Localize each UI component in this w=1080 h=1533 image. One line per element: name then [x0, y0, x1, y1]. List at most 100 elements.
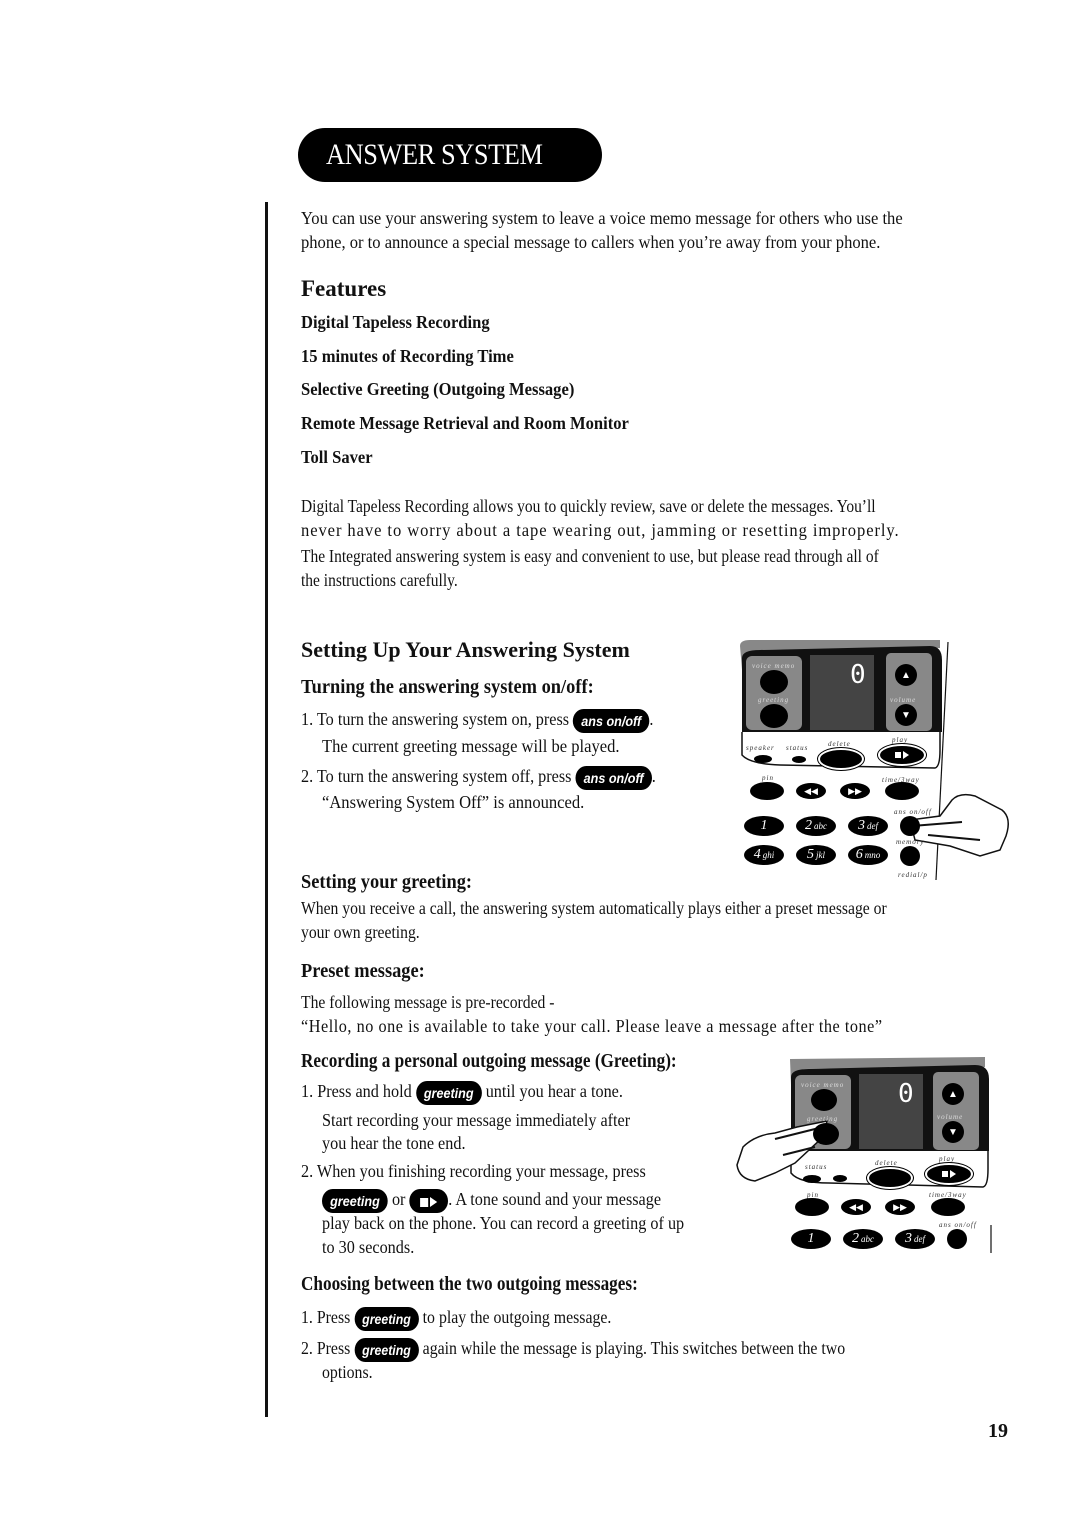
onoff-step-2: 2. To turn the answering system off, pre… — [301, 764, 695, 790]
feature-item: 15 minutes of Recording Time — [301, 346, 514, 366]
greeting-button-inline: greeting — [322, 1188, 388, 1213]
preset-line-1: The following message is pre-recorded - — [301, 992, 555, 1012]
speaker-label: speaker — [746, 744, 775, 752]
ans-onoff-phone-button[interactable] — [900, 816, 920, 836]
display-digit: 0 — [850, 660, 866, 690]
choosing-heading: Choosing between the two outgoing messag… — [301, 1273, 638, 1295]
phone-illustration-ans-onoff: voice memo greeting 0 ▲ volume ▼ speaker… — [740, 640, 1020, 885]
time-3way-button[interactable] — [931, 1198, 965, 1216]
pin-label: pin — [762, 774, 774, 782]
feature-item: Toll Saver — [301, 447, 373, 467]
greeting-button[interactable] — [760, 704, 788, 728]
status-led — [833, 1175, 847, 1182]
voice-memo-label: voice memo — [752, 662, 796, 670]
greeting-heading: Setting your greeting: — [301, 871, 473, 893]
page-title: ANSWER SYSTEM — [298, 128, 602, 182]
delete-button[interactable] — [866, 1166, 914, 1190]
recording-step-2: 2. When you finishing recording your mes… — [301, 1161, 646, 1181]
delete-button[interactable] — [817, 747, 865, 771]
keypad-key-2[interactable]: 2 abc — [843, 1229, 883, 1249]
status-label: status — [805, 1163, 828, 1171]
page-number: 19 — [988, 1420, 1008, 1442]
volume-down-button[interactable]: ▼ — [895, 704, 917, 726]
ans-onoff-button: ans on/off — [573, 708, 650, 733]
feature-item: Digital Tapeless Recording — [301, 312, 490, 332]
ans-onoff-button: ans on/off — [575, 765, 652, 790]
recording-step-1-note: you hear the tone end. — [322, 1133, 466, 1153]
greeting-button-inline: greeting — [415, 1080, 482, 1105]
greeting-button-inline: greeting — [354, 1337, 419, 1362]
keypad-key-4[interactable]: 4 ghi — [744, 845, 784, 865]
status-led — [792, 756, 806, 763]
recording-step-2-note: play back on the phone. You can record a… — [322, 1213, 685, 1233]
play-button[interactable] — [924, 1162, 974, 1186]
fast-forward-button[interactable]: ▶▶ — [840, 783, 870, 799]
recording-step-1: 1. Press and hold greeting until you hea… — [301, 1079, 659, 1105]
keypad-key-5[interactable]: 5 jkl — [796, 845, 836, 865]
recording-step-2-buttons: greeting or . A tone sound and your mess… — [322, 1187, 699, 1213]
choosing-step-2: 2. Press greeting again while the messag… — [301, 1336, 919, 1362]
time-3way-button[interactable] — [885, 782, 919, 800]
volume-up-button[interactable]: ▲ — [895, 664, 917, 686]
greeting-label: greeting — [807, 1115, 839, 1123]
volume-label: volume — [937, 1113, 964, 1121]
voice-memo-button[interactable] — [811, 1089, 837, 1111]
voice-memo-label: voice memo — [801, 1081, 845, 1089]
keypad-key-1[interactable]: 1 — [744, 816, 784, 836]
play-button-inline — [409, 1188, 449, 1213]
keypad-key-1[interactable]: 1 — [791, 1229, 831, 1249]
fast-forward-button[interactable]: ▶▶ — [885, 1199, 915, 1215]
ans-onoff-label: ans on/off — [939, 1221, 977, 1229]
phone-illustration-greeting: voice memo greeting 0 ▲ volume ▼ status … — [735, 1055, 1000, 1255]
keypad-key-2[interactable]: 2 abc — [796, 816, 836, 836]
feature-item: Remote Message Retrieval and Room Monito… — [301, 413, 629, 433]
feature-item: Selective Greeting (Outgoing Message) — [301, 379, 575, 399]
keypad-key-3[interactable]: 3 def — [895, 1229, 935, 1249]
intro-paragraph: You can use your answering system to lea… — [301, 206, 955, 254]
volume-label: volume — [890, 696, 917, 704]
tapeless-paragraph: Digital Tapeless Recording allows you to… — [301, 496, 900, 540]
intro-line: phone, or to announce a special message … — [301, 232, 881, 252]
ans-onoff-phone-button[interactable] — [947, 1229, 967, 1249]
greeting-button[interactable] — [813, 1123, 839, 1145]
memory-button[interactable] — [900, 846, 920, 866]
recording-step-2-note: to 30 seconds. — [322, 1237, 415, 1257]
delete-label: delete — [875, 1159, 898, 1167]
intro-line: You can use your answering system to lea… — [301, 208, 903, 228]
status-label: status — [786, 744, 809, 752]
stop-square-icon — [420, 1197, 429, 1207]
speaker-led — [754, 755, 772, 763]
play-label: play — [892, 736, 909, 744]
onoff-heading: Turning the answering system on/off: — [301, 676, 594, 698]
pin-button[interactable] — [750, 782, 784, 800]
display-digit: 0 — [898, 1079, 914, 1109]
volume-down-button[interactable]: ▼ — [942, 1121, 964, 1143]
pin-button[interactable] — [795, 1198, 829, 1216]
rewind-button[interactable]: ◀◀ — [796, 783, 826, 799]
onoff-step-1-note: The current greeting message will be pla… — [322, 736, 620, 756]
rewind-button[interactable]: ◀◀ — [841, 1199, 871, 1215]
keypad-key-6[interactable]: 6 mno — [848, 845, 888, 865]
choosing-step-1: 1. Press greeting to play the outgoing m… — [301, 1305, 654, 1331]
greeting-button-inline: greeting — [354, 1306, 419, 1331]
integrated-paragraph: The Integrated answering system is easy … — [301, 546, 879, 590]
left-margin-rule — [265, 202, 268, 1417]
delete-label: delete — [828, 740, 851, 748]
greeting-paragraph: When you receive a call, the answering s… — [301, 898, 887, 942]
onoff-step-1: 1. To turn the answering system on, pres… — [301, 707, 693, 733]
play-button[interactable] — [877, 743, 927, 767]
recording-step-1-note: Start recording your message immediately… — [322, 1110, 631, 1130]
greeting-label: greeting — [758, 696, 790, 704]
features-heading: Features — [301, 276, 387, 301]
recording-heading: Recording a personal outgoing message (G… — [301, 1050, 677, 1072]
volume-up-button[interactable]: ▲ — [942, 1083, 964, 1105]
redial-label: redial/p — [898, 871, 928, 879]
voice-memo-button[interactable] — [760, 670, 788, 694]
preset-heading: Preset message: — [301, 960, 425, 982]
choosing-step-2-note: options. — [322, 1362, 373, 1382]
play-label: play — [939, 1155, 956, 1163]
speaker-led — [803, 1175, 821, 1183]
keypad-key-3[interactable]: 3 def — [848, 816, 888, 836]
onoff-step-2-note: “Answering System Off” is announced. — [322, 792, 585, 812]
ans-onoff-label: ans on/off — [894, 808, 932, 816]
